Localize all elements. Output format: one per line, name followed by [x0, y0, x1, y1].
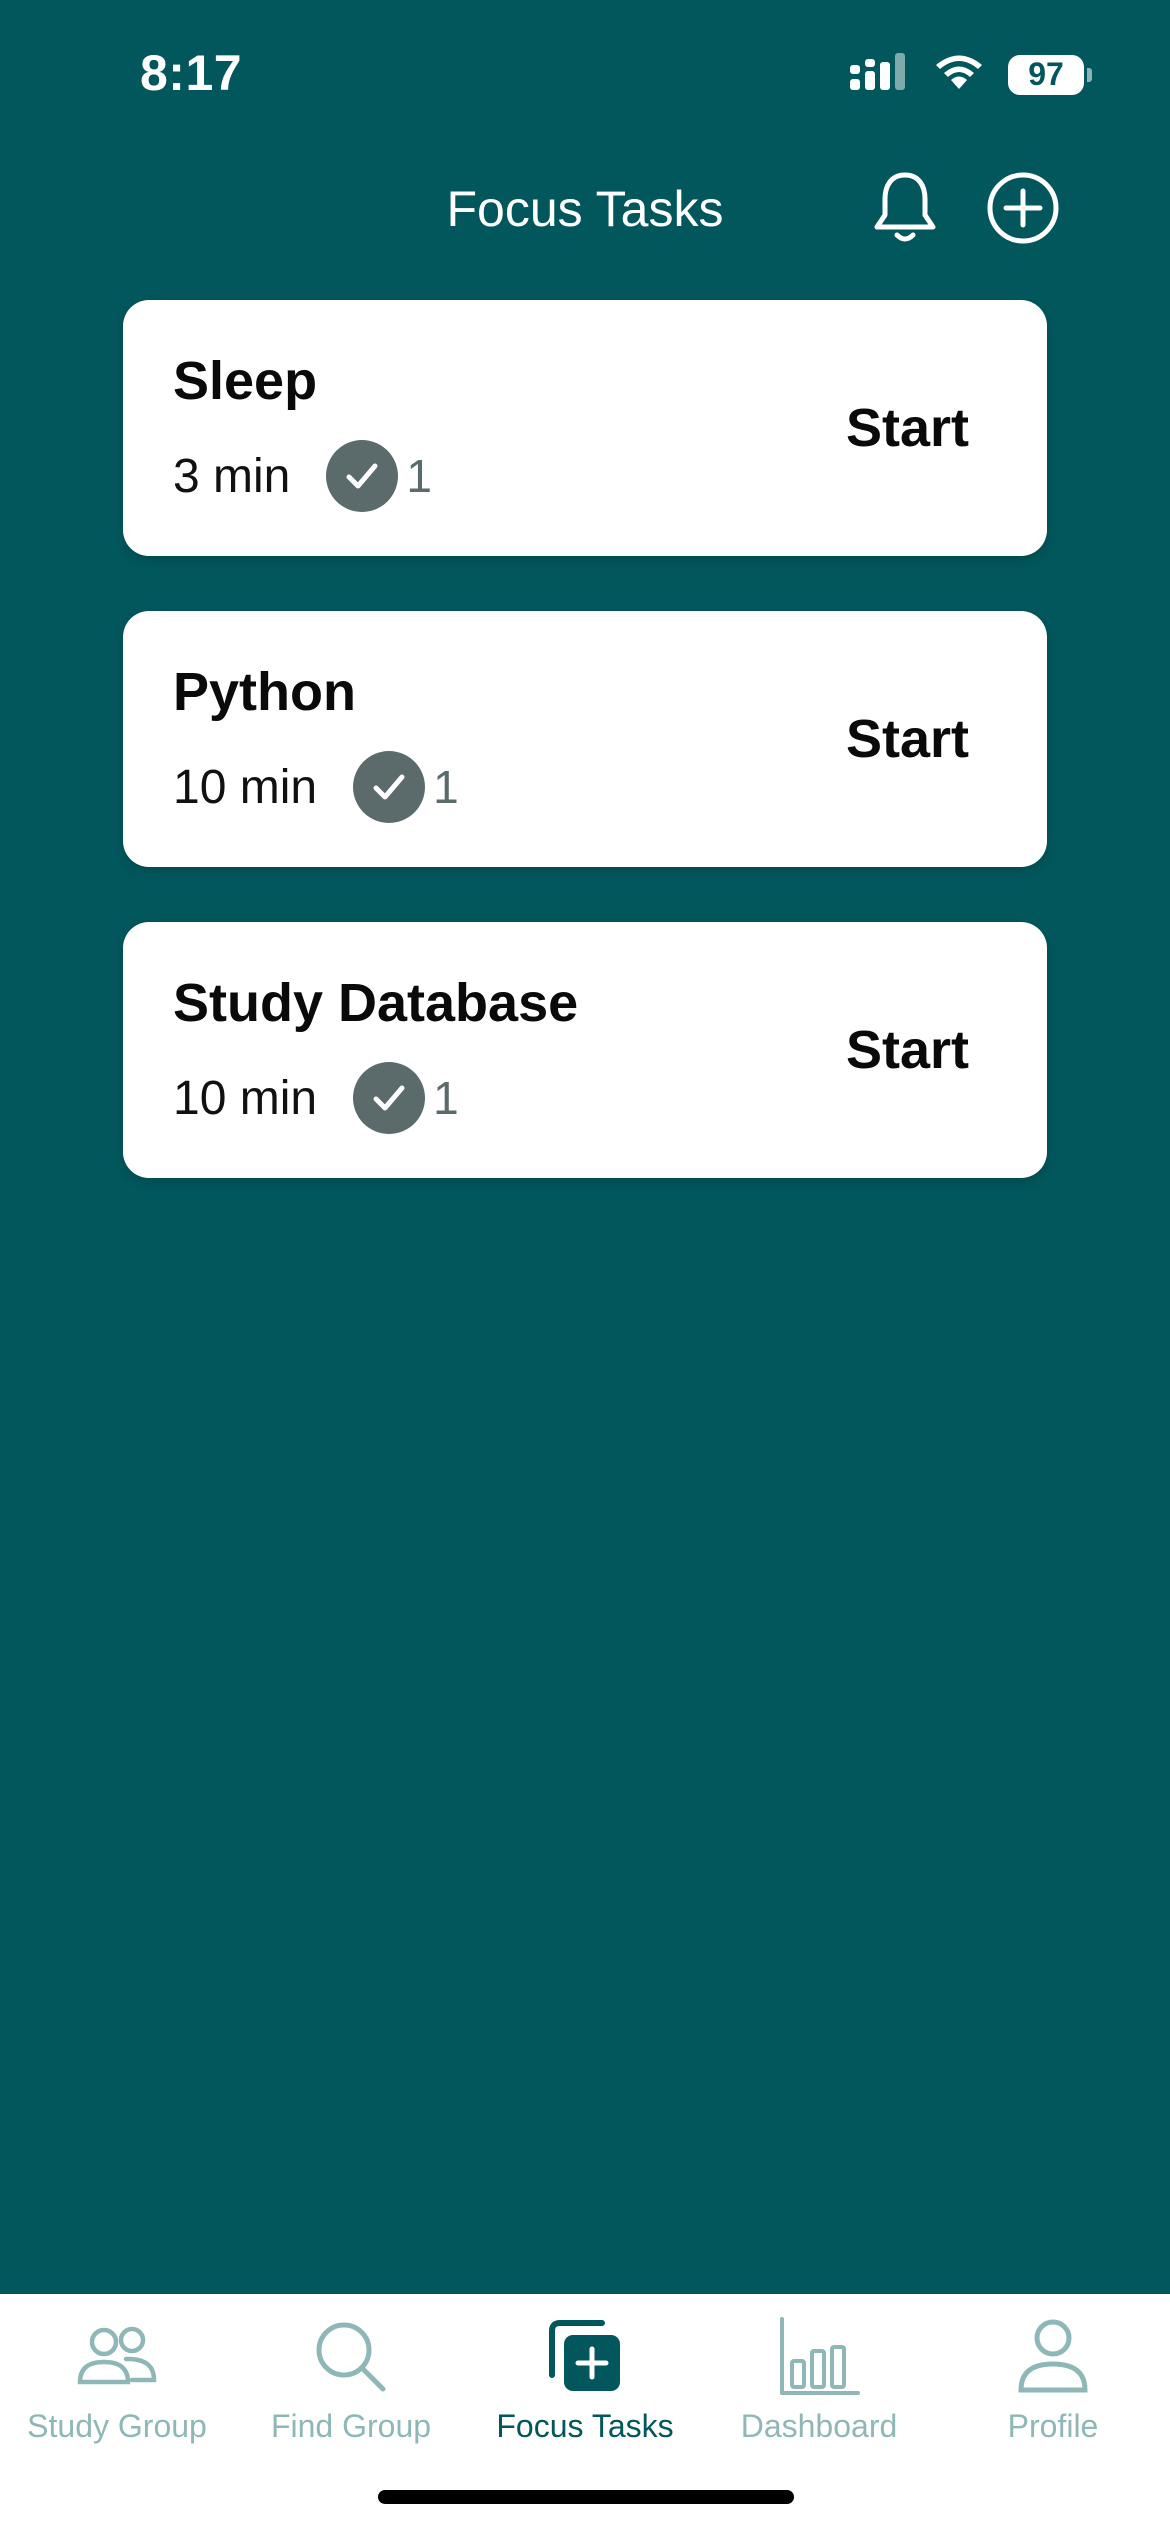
tab-focus-tasks[interactable]: Focus Tasks — [468, 2312, 702, 2452]
task-list: Sleep 3 min 1 Start Python 10 min 1 Star… — [123, 300, 1047, 1233]
tab-study-group[interactable]: Study Group — [0, 2312, 234, 2452]
app-header: Focus Tasks — [0, 160, 1170, 260]
add-task-button[interactable] — [983, 170, 1063, 250]
task-card[interactable]: Python 10 min 1 Start — [123, 611, 1047, 867]
checkmark-icon — [353, 751, 426, 823]
notifications-button[interactable] — [865, 170, 945, 250]
start-button[interactable]: Start — [846, 611, 969, 867]
bell-icon — [869, 169, 941, 252]
task-card[interactable]: Sleep 3 min 1 Start — [123, 300, 1047, 556]
tab-find-group[interactable]: Find Group — [234, 2312, 468, 2452]
battery-tip — [1087, 67, 1092, 82]
status-bar: 8:17 97 — [0, 0, 1170, 150]
task-title: Python — [173, 662, 356, 722]
start-button[interactable]: Start — [846, 300, 969, 556]
tab-label: Dashboard — [740, 2408, 898, 2444]
add-task-icon — [535, 2312, 635, 2402]
battery-level: 97 — [1008, 54, 1084, 95]
tab-profile[interactable]: Profile — [936, 2312, 1170, 2452]
checkmark-icon — [353, 1062, 426, 1134]
completed-badge: 1 — [353, 751, 459, 823]
task-title: Sleep — [173, 351, 318, 411]
tab-label: Study Group — [27, 2408, 207, 2444]
completed-count: 1 — [433, 761, 459, 813]
person-icon — [1003, 2312, 1103, 2402]
tab-label: Profile — [1007, 2408, 1099, 2444]
wifi-icon — [932, 52, 986, 97]
task-title: Study Database — [173, 973, 579, 1033]
search-icon — [301, 2312, 401, 2402]
task-meta: 10 min 1 — [173, 1062, 459, 1134]
battery-icon: 97 — [1008, 54, 1092, 95]
completed-badge: 1 — [353, 1062, 459, 1134]
cellular-signal-icon — [848, 52, 910, 97]
task-duration: 10 min — [173, 760, 318, 814]
plus-circle-icon — [985, 170, 1061, 251]
status-time: 8:17 — [140, 45, 243, 101]
tab-dashboard[interactable]: Dashboard — [702, 2312, 936, 2452]
completed-count: 1 — [433, 1072, 459, 1124]
task-meta: 10 min 1 — [173, 751, 459, 823]
task-duration: 10 min — [173, 1071, 318, 1125]
people-icon — [67, 2312, 167, 2402]
status-icons: 97 — [848, 52, 1092, 97]
home-indicator — [378, 2490, 794, 2504]
bar-chart-icon — [769, 2312, 869, 2402]
task-duration: 3 min — [173, 449, 291, 503]
tab-label: Focus Tasks — [496, 2408, 674, 2444]
tab-label: Find Group — [270, 2408, 432, 2444]
start-button[interactable]: Start — [846, 922, 969, 1178]
task-meta: 3 min 1 — [173, 440, 432, 512]
completed-badge: 1 — [326, 440, 432, 512]
checkmark-icon — [326, 440, 399, 512]
completed-count: 1 — [406, 450, 432, 502]
task-card[interactable]: Study Database 10 min 1 Start — [123, 922, 1047, 1178]
